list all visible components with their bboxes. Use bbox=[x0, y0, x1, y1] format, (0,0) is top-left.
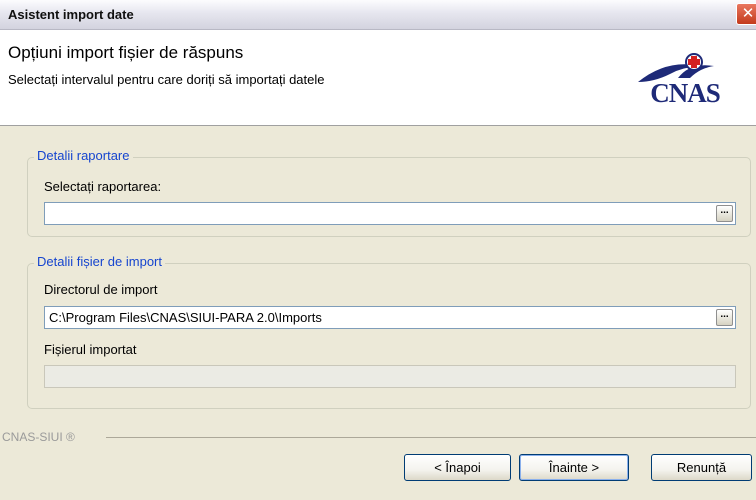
footer-brand: CNAS-SIUI ® bbox=[2, 430, 75, 444]
import-directory-label: Directorul de import bbox=[44, 282, 158, 297]
logo-text: CNAS bbox=[650, 78, 721, 108]
title-bar: Asistent import date ✕ bbox=[0, 0, 756, 30]
page-title: Opțiuni import fișier de răspuns bbox=[8, 43, 244, 62]
directory-browse-button[interactable]: ... bbox=[716, 309, 733, 326]
imported-file-field bbox=[44, 365, 736, 388]
import-directory-field[interactable]: C:\Program Files\CNAS\SIUI-PARA 2.0\Impo… bbox=[44, 306, 736, 329]
import-directory-value: C:\Program Files\CNAS\SIUI-PARA 2.0\Impo… bbox=[49, 310, 322, 325]
back-button[interactable]: < Înapoi bbox=[404, 454, 511, 481]
report-details-legend: Detalii raportare bbox=[34, 148, 133, 163]
cancel-button[interactable]: Renunță bbox=[651, 454, 752, 481]
window-title: Asistent import date bbox=[8, 7, 134, 22]
wizard-header: Opțiuni import fișier de răspuns Selecta… bbox=[0, 30, 756, 126]
cnas-logo: CNAS bbox=[630, 48, 740, 118]
import-file-details-group: Detalii fișier de import Directorul de i… bbox=[27, 254, 751, 409]
report-select-field[interactable]: ... bbox=[44, 202, 736, 225]
import-file-details-legend: Detalii fișier de import bbox=[34, 254, 165, 269]
next-button[interactable]: Înainte > bbox=[519, 454, 629, 481]
page-subtitle: Selectați intervalul pentru care doriți … bbox=[8, 72, 325, 87]
footer-divider bbox=[106, 437, 756, 438]
ellipsis-icon: ... bbox=[720, 309, 729, 320]
report-browse-button[interactable]: ... bbox=[716, 205, 733, 222]
ellipsis-icon: ... bbox=[720, 205, 729, 216]
report-details-group: Detalii raportare Selectați raportarea: … bbox=[27, 148, 751, 237]
close-button[interactable]: ✕ bbox=[736, 3, 756, 25]
imported-file-label: Fișierul importat bbox=[44, 342, 137, 357]
close-icon: ✕ bbox=[741, 5, 755, 22]
select-report-label: Selectați raportarea: bbox=[44, 179, 162, 194]
